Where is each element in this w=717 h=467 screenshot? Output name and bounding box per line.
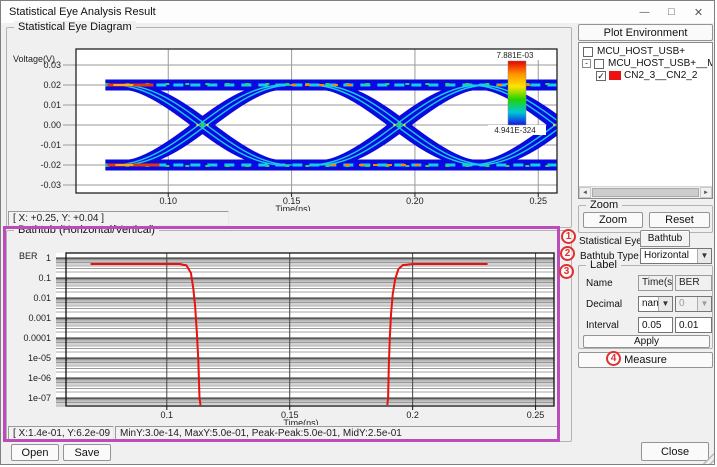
reset-button[interactable]: Reset [649,212,710,228]
name-field-ber: BER [675,275,712,291]
svg-text:Time(ns): Time(ns) [275,204,310,211]
svg-text:4.941E-324: 4.941E-324 [494,126,536,135]
window-controls: — □ ✕ [631,1,712,23]
svg-text:0.00: 0.00 [43,120,61,130]
interval-input-time[interactable] [638,317,673,333]
svg-text:0.001: 0.001 [28,313,51,323]
save-button[interactable]: Save [63,444,111,461]
tree-item-cn2-3-cn2-2[interactable]: ✓ CN2_3__CN2_2 [579,70,712,82]
tree-item-mcu-host-usb-child[interactable]: - MCU_HOST_USB+__MCU_HO [579,58,712,70]
svg-text:-0.02: -0.02 [40,160,61,170]
svg-text:0.1: 0.1 [161,410,174,420]
window-title: Statistical Eye Analysis Result [9,1,156,23]
tree-horizontal-scrollbar[interactable]: ◄ ► [579,186,712,198]
svg-text:0.02: 0.02 [43,80,61,90]
svg-text:-0.01: -0.01 [40,140,61,150]
tab-statistical-eye[interactable]: Statistical Eye [579,236,642,247]
chevron-down-icon: ▼ [697,297,711,311]
bathtub-group-title: Bathtub (Horizontal/Vertical) [14,224,159,236]
tree-item-label: MCU_HOST_USB+__MCU_HO [608,58,712,70]
svg-text:1: 1 [46,253,51,263]
svg-text:0.01: 0.01 [33,293,51,303]
statistical-eye-group-title: Statistical Eye Diagram [14,21,136,33]
tree-checkbox-checked[interactable]: ✓ [596,71,606,81]
tree-item-label: MCU_HOST_USB+ [597,46,685,58]
decimal-select-time[interactable]: nano ▼ [638,296,673,312]
svg-text:0.2: 0.2 [406,410,419,420]
svg-text:0.0001: 0.0001 [23,333,51,343]
plot-environment-button[interactable]: Plot Environment [578,24,713,41]
annotation-badge-2: 2 [560,246,575,261]
decimal-select-ber: 0 ▼ [675,296,712,312]
svg-text:1e-07: 1e-07 [28,393,51,403]
zoom-button[interactable]: Zoom [583,212,643,228]
signal-tree: MCU_HOST_USB+ - MCU_HOST_USB+__MCU_HO ✓ … [578,42,713,199]
interval-input-ber[interactable] [675,317,712,333]
annotation-badge-1: 1 [561,229,576,244]
svg-text:1e-06: 1e-06 [28,373,51,383]
svg-text:Voltage(V): Voltage(V) [13,54,55,64]
svg-text:0.10: 0.10 [159,196,177,206]
close-button[interactable]: Close [641,442,709,461]
bathtub-cursor-status: [ X:1.4e-01, Y:6.2e-09 ] [8,426,114,441]
tree-checkbox-unchecked[interactable] [583,47,593,57]
scroll-right-icon[interactable]: ► [700,187,712,198]
svg-text:0.1: 0.1 [38,273,51,283]
tree-expander-icon[interactable]: - [582,59,591,68]
svg-text:0.01: 0.01 [43,100,61,110]
svg-text:7.881E-03: 7.881E-03 [497,51,534,60]
maximize-icon[interactable]: □ [658,1,685,23]
apply-button[interactable]: Apply [583,335,710,348]
zoom-group-title: Zoom [586,199,622,211]
tree-item-label: CN2_3__CN2_2 [624,70,697,82]
tree-item-mcu-host-usb[interactable]: MCU_HOST_USB+ [579,46,712,58]
scroll-left-icon[interactable]: ◄ [579,187,591,198]
chevron-down-icon[interactable]: ▼ [697,249,711,263]
bathtub-type-select[interactable]: Horizontal ▼ [640,248,712,264]
svg-text:-0.03: -0.03 [40,180,61,190]
interval-label: Interval [586,320,619,331]
svg-text:0.25: 0.25 [529,196,547,206]
annotation-badge-3: 3 [559,264,574,279]
minimize-icon[interactable]: — [631,1,658,23]
decimal-label: Decimal [586,299,622,310]
bathtub-measure-status: MinY:3.0e-14, MaxY:5.0e-01, Peak-Peak:5.… [115,426,559,441]
tab-bathtub[interactable]: Bathtub [640,230,690,247]
title-bar: Statistical Eye Analysis Result — □ ✕ [1,1,714,23]
decimal-value-ber: 0 [679,298,685,309]
open-button[interactable]: Open [11,444,59,461]
statistical-eye-analysis-window: Statistical Eye Analysis Result — □ ✕ St… [0,0,715,465]
annotation-badge-4: 4 [606,351,621,366]
svg-text:1e-05: 1e-05 [28,353,51,363]
eye-diagram-chart[interactable]: 0.030.020.010.00-0.01-0.02-0.030.100.150… [7,37,573,211]
tree-checkbox-unchecked[interactable] [594,59,604,69]
bathtub-type-value: Horizontal [644,250,689,261]
svg-text:0.25: 0.25 [527,410,545,420]
label-group-title: Label [586,259,621,271]
svg-text:BER: BER [19,251,38,261]
svg-text:Time(ns): Time(ns) [283,418,318,425]
trace-color-swatch [609,71,621,80]
bathtub-chart[interactable]: 10.10.010.0010.00011e-051e-061e-070.10.1… [7,241,573,425]
chevron-down-icon[interactable]: ▼ [658,297,672,311]
svg-text:0.20: 0.20 [406,196,424,206]
close-icon[interactable]: ✕ [685,1,712,23]
name-field-time: Time(s) [638,275,673,291]
scrollbar-thumb[interactable] [592,188,699,197]
measure-button[interactable]: Measure [578,352,713,368]
name-label: Name [586,278,613,289]
